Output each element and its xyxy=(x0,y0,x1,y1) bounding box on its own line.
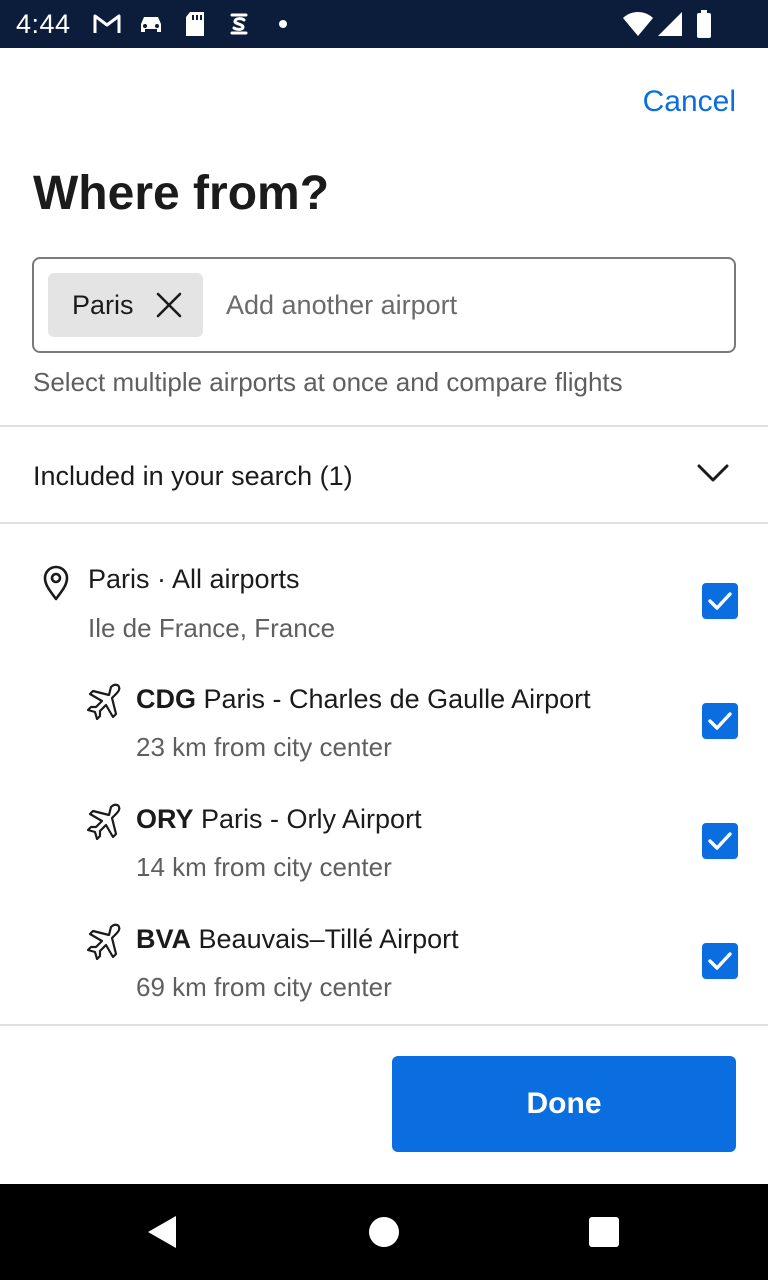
list-item[interactable]: CDG Paris - Charles de Gaulle Airport 23… xyxy=(0,680,768,790)
add-airport-input[interactable] xyxy=(226,283,716,327)
airplane-icon xyxy=(84,922,124,962)
back-icon[interactable] xyxy=(144,1212,184,1252)
helper-text: Select multiple airports at once and com… xyxy=(33,367,623,397)
airport-title: BVA Beauvais–Tillé Airport xyxy=(136,924,459,955)
location-pin-icon xyxy=(36,562,76,602)
airport-checkbox[interactable] xyxy=(702,943,738,979)
location-subtitle: Ile de France, France xyxy=(88,613,336,643)
signal-icon xyxy=(656,10,684,38)
location-checkbox[interactable] xyxy=(702,583,738,619)
airport-code: ORY xyxy=(136,804,194,834)
airport-distance: 23 km from city center xyxy=(136,732,392,762)
divider xyxy=(0,1024,768,1026)
close-icon[interactable] xyxy=(153,289,185,321)
airplane-icon xyxy=(84,682,124,722)
notification-dot-icon xyxy=(278,10,288,38)
divider xyxy=(0,425,768,427)
airplane-icon xyxy=(84,802,124,842)
airport-distance: 14 km from city center xyxy=(136,852,392,882)
chevron-down-icon xyxy=(696,462,730,484)
home-icon[interactable] xyxy=(364,1212,404,1252)
airport-title: CDG Paris - Charles de Gaulle Airport xyxy=(136,684,591,715)
car-icon xyxy=(136,10,166,38)
airport-chip-label: Paris xyxy=(72,289,134,320)
done-button[interactable]: Done xyxy=(392,1056,736,1152)
list-item[interactable]: BVA Beauvais–Tillé Airport 69 km from ci… xyxy=(0,920,768,1030)
airport-distance: 69 km from city center xyxy=(136,972,392,1002)
airport-chip[interactable]: Paris xyxy=(48,273,203,337)
gmail-icon xyxy=(92,10,122,38)
cancel-button[interactable]: Cancel xyxy=(643,85,736,119)
airport-code: CDG xyxy=(136,684,196,714)
battery-icon xyxy=(696,10,712,38)
airport-title: ORY Paris - Orly Airport xyxy=(136,804,422,835)
list-item[interactable]: ORY Paris - Orly Airport 14 km from city… xyxy=(0,800,768,910)
included-section-toggle[interactable]: Included in your search (1) xyxy=(0,428,768,523)
sd-card-icon xyxy=(184,10,206,38)
recents-icon[interactable] xyxy=(584,1212,624,1252)
airport-name: Paris - Charles de Gaulle Airport xyxy=(203,684,591,714)
included-section-title: Included in your search (1) xyxy=(33,461,353,491)
airport-name: Beauvais–Tillé Airport xyxy=(198,924,459,954)
status-bar: 4:44 xyxy=(0,0,768,48)
list-item[interactable]: Paris · All airports Ile de France, Fran… xyxy=(0,560,768,670)
divider xyxy=(0,522,768,524)
location-title: Paris · All airports xyxy=(88,564,300,594)
airport-code: BVA xyxy=(136,924,192,954)
airport-search-field[interactable]: Paris xyxy=(32,257,736,353)
status-time: 4:44 xyxy=(16,9,71,39)
system-nav-bar xyxy=(0,1184,768,1280)
airport-checkbox[interactable] xyxy=(702,823,738,859)
airport-name: Paris - Orly Airport xyxy=(201,804,422,834)
sync-icon xyxy=(226,10,252,38)
wifi-icon xyxy=(622,10,654,38)
airport-checkbox[interactable] xyxy=(702,703,738,739)
page-title: Where from? xyxy=(33,167,330,220)
